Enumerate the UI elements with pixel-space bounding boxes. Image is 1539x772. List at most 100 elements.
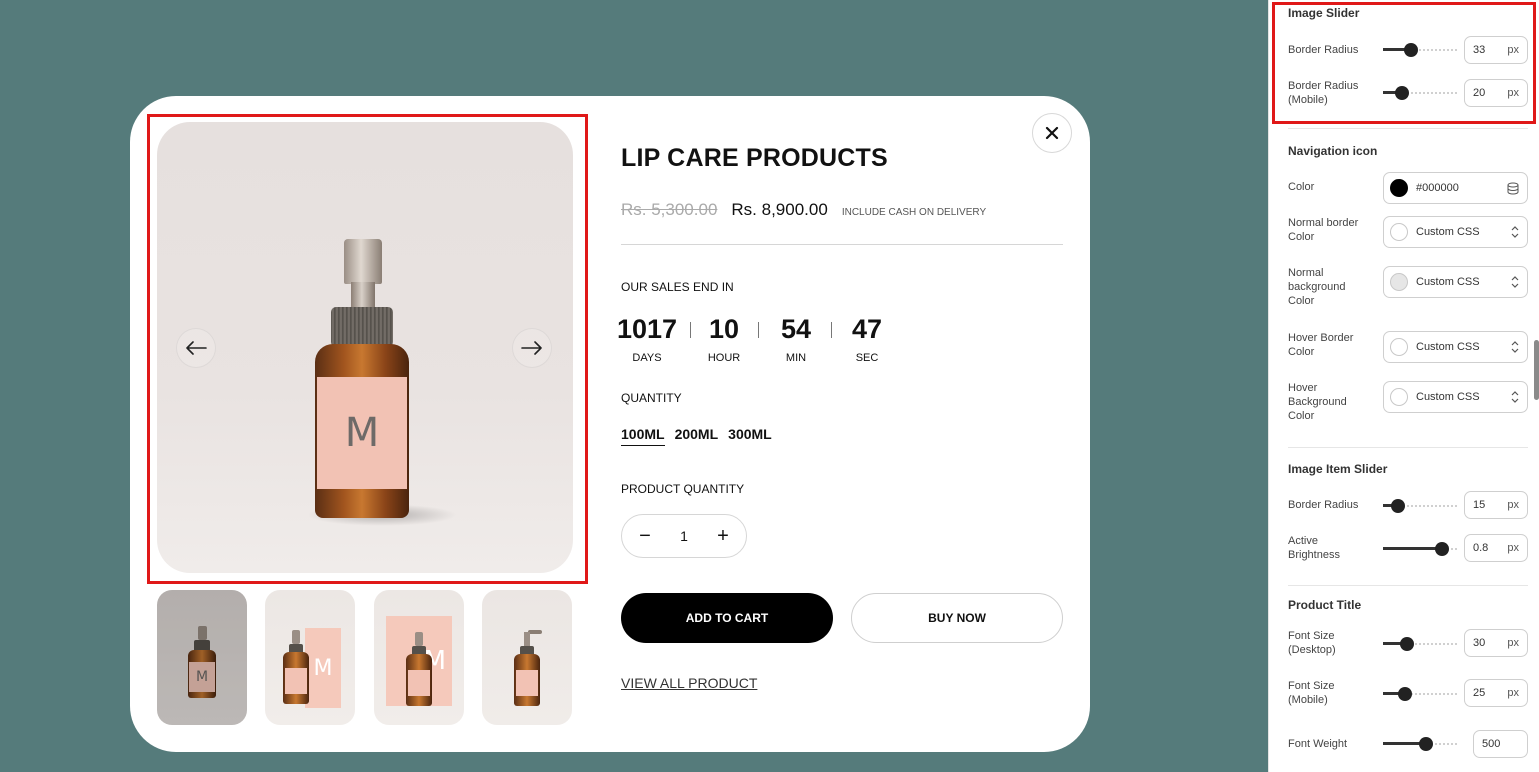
active-brightness-input[interactable]: 0.8 px	[1464, 534, 1528, 562]
price-row: Rs. 5,300.00 Rs. 8,900.00 INCLUDE CASH O…	[621, 200, 986, 220]
chevron-updown-icon	[1511, 276, 1519, 288]
product-quantity-label: PRODUCT QUANTITY	[621, 482, 745, 496]
increase-quantity-button[interactable]: +	[714, 526, 732, 546]
thumbnail-2[interactable]: M	[265, 590, 355, 725]
countdown-separator	[831, 322, 832, 338]
item-border-radius-input[interactable]: 15 px	[1464, 491, 1528, 519]
slider-knob[interactable]	[1398, 687, 1413, 701]
border-radius-mobile-slider[interactable]	[1383, 86, 1457, 100]
countdown-seconds-value: 47	[851, 314, 883, 344]
unit-label: px	[1507, 687, 1519, 699]
chevron-updown-icon	[1511, 226, 1519, 238]
add-to-cart-button[interactable]: ADD TO CART	[621, 593, 833, 643]
divider	[621, 244, 1063, 245]
font-weight-value: 500	[1482, 738, 1501, 750]
thumbnail-3[interactable]: M	[374, 590, 464, 725]
font-size-desktop-input[interactable]: 30 px	[1464, 629, 1528, 657]
thumbnail-4[interactable]	[482, 590, 572, 725]
border-radius-slider[interactable]	[1383, 43, 1457, 57]
border-radius-mobile-label: Border Radius (Mobile)	[1288, 80, 1359, 106]
countdown-days: 1017 DAYS	[617, 314, 677, 364]
active-brightness-slider[interactable]	[1383, 542, 1457, 556]
font-size-desktop-slider[interactable]	[1383, 637, 1457, 651]
slider-knob[interactable]	[1390, 499, 1405, 513]
product-title: LIP CARE PRODUCTS	[621, 144, 888, 172]
slider-knob[interactable]	[1404, 43, 1419, 57]
active-brightness-label: Active Brightness	[1288, 535, 1340, 561]
countdown-hours: 10 HOUR	[708, 314, 740, 364]
color-swatch	[1390, 273, 1408, 291]
slider-knob[interactable]	[1400, 637, 1415, 651]
unit-label: px	[1507, 637, 1519, 649]
section-divider	[1288, 128, 1528, 129]
countdown-days-label: DAYS	[632, 352, 662, 364]
thumbnail-1-letter: M	[189, 662, 215, 692]
close-button[interactable]	[1032, 113, 1072, 153]
normal-background-color-value: Custom CSS	[1416, 276, 1480, 288]
border-radius-label: Border Radius	[1288, 44, 1359, 56]
panel-scrollbar[interactable]	[1534, 340, 1539, 400]
hover-border-color-select[interactable]: Custom CSS	[1383, 331, 1528, 363]
color-swatch	[1390, 179, 1408, 197]
thumbnail-2-letter: M	[305, 628, 341, 708]
nav-color-picker[interactable]: #000000	[1383, 172, 1528, 204]
item-border-radius-label: Border Radius	[1288, 499, 1359, 511]
nav-color-value: #000000	[1416, 182, 1459, 194]
price-note: INCLUDE CASH ON DELIVERY	[841, 207, 987, 218]
font-weight-input[interactable]: 500	[1473, 730, 1528, 758]
unit-label: px	[1507, 499, 1519, 511]
slider-knob[interactable]	[1435, 542, 1450, 556]
active-brightness-value: 0.8	[1473, 542, 1489, 554]
section-title-product-title: Product Title	[1288, 598, 1362, 612]
variant-200ml[interactable]: 200ML	[675, 426, 719, 446]
main-product-image: M	[157, 122, 573, 573]
variant-options: 100ML 200ML 300ML	[621, 426, 772, 446]
countdown-timer: 1017 DAYS 10 HOUR 54 MIN 47 SEC	[617, 314, 886, 364]
countdown-hours-value: 10	[708, 314, 740, 344]
buy-now-button[interactable]: BUY NOW	[851, 593, 1063, 643]
quantity-value[interactable]: 1	[680, 528, 688, 544]
hover-background-color-select[interactable]: Custom CSS	[1383, 381, 1528, 413]
hover-border-color-label: Hover Border Color	[1288, 332, 1354, 358]
font-size-mobile-input[interactable]: 25 px	[1464, 679, 1528, 707]
view-all-product-link[interactable]: VIEW ALL PRODUCT	[621, 675, 757, 691]
next-image-button[interactable]	[512, 328, 552, 368]
slider-knob[interactable]	[1418, 737, 1433, 751]
normal-border-color-value: Custom CSS	[1416, 226, 1480, 238]
close-icon	[1045, 126, 1059, 140]
variant-300ml[interactable]: 300ML	[728, 426, 772, 446]
arrow-left-icon	[186, 341, 207, 355]
normal-background-color-label: Normal background Color	[1288, 267, 1346, 307]
unit-label: px	[1507, 542, 1519, 554]
sale-price: Rs. 8,900.00	[731, 200, 828, 219]
prev-image-button[interactable]	[176, 328, 216, 368]
unit-label: px	[1507, 44, 1519, 56]
arrow-right-icon	[521, 341, 542, 355]
hover-background-color-value: Custom CSS	[1416, 391, 1480, 403]
font-size-desktop-label: Font Size (Desktop)	[1288, 630, 1336, 656]
hover-border-color-value: Custom CSS	[1416, 341, 1480, 353]
border-radius-input[interactable]: 33 px	[1464, 36, 1528, 64]
bottle-image: M	[157, 122, 573, 573]
decrease-quantity-button[interactable]: −	[636, 526, 654, 546]
color-swatch	[1390, 338, 1408, 356]
color-swatch	[1390, 388, 1408, 406]
chevron-updown-icon	[1511, 341, 1519, 353]
normal-background-color-select[interactable]: Custom CSS	[1383, 266, 1528, 298]
font-size-mobile-value: 25	[1473, 687, 1486, 699]
countdown-minutes: 54 MIN	[777, 314, 815, 364]
normal-border-color-label: Normal border Color	[1288, 217, 1359, 243]
normal-border-color-select[interactable]: Custom CSS	[1383, 216, 1528, 248]
font-weight-slider[interactable]	[1383, 737, 1457, 751]
section-title-navigation-icon: Navigation icon	[1288, 144, 1378, 158]
font-size-mobile-slider[interactable]	[1383, 687, 1457, 701]
color-swatch	[1390, 223, 1408, 241]
thumbnail-1[interactable]: M	[157, 590, 247, 725]
countdown-separator	[690, 322, 691, 338]
unit-label: px	[1507, 87, 1519, 99]
border-radius-mobile-input[interactable]: 20 px	[1464, 79, 1528, 107]
slider-knob[interactable]	[1395, 86, 1410, 100]
variant-100ml[interactable]: 100ML	[621, 426, 665, 446]
item-border-radius-slider[interactable]	[1383, 499, 1457, 513]
database-icon[interactable]	[1507, 182, 1519, 195]
